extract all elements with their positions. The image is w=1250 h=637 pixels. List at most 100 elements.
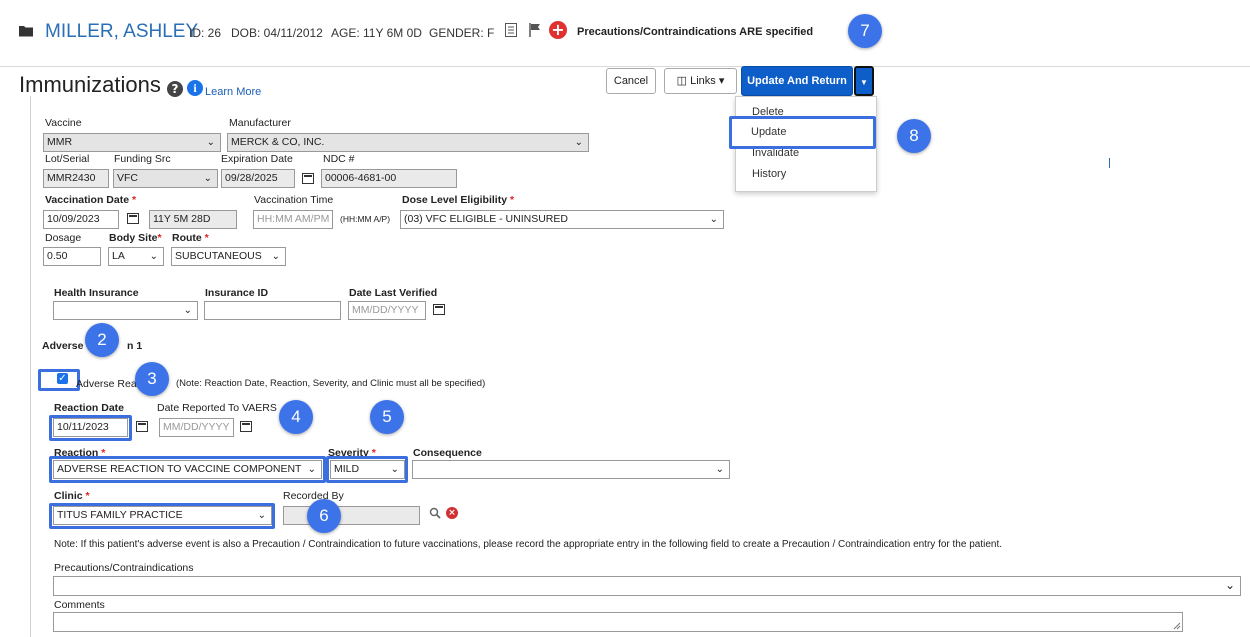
clinic-value: TITUS FAMILY PRACTICE [57,509,183,521]
update-and-return-button[interactable]: Update And Return [741,66,853,96]
manufacturer-value: MERCK & CO, INC. [231,136,325,148]
chevron-down-icon: ⌄ [271,251,280,262]
dose-eligibility-select[interactable]: (03) VFC ELIGIBLE - UNINSURED ⌄ [400,210,724,229]
patient-name[interactable]: MILLER, ASHLEY [45,21,198,43]
vaers-date-field[interactable]: MM/DD/YYYY [159,418,234,437]
dose-eligibility-value: (03) VFC ELIGIBLE - UNINSURED [404,213,568,225]
date-verified-field[interactable]: MM/DD/YYYY [348,301,426,320]
severity-value: MILD [334,463,360,475]
patient-dob: DOB: 04/11/2012 [231,26,323,40]
manufacturer-select[interactable]: MERCK & CO, INC. ⌄ [227,133,589,152]
dosage-label: Dosage [45,232,82,244]
lot-serial-field[interactable]: MMR2430 [43,169,109,188]
lot-serial-label: Lot/Serial [45,153,90,165]
chevron-down-icon: ⌄ [183,305,192,316]
expiration-date-field[interactable]: 09/28/2025 [221,169,295,188]
link-icon: ◫ [676,75,688,87]
links-button[interactable]: ◫ Links ▾ [664,68,737,94]
reaction-value: ADVERSE REACTION TO VACCINE COMPONENT [57,463,302,475]
funding-src-select[interactable]: VFC ⌄ [113,169,218,188]
health-insurance-select[interactable]: ⌄ [53,301,198,320]
step-marker-7: 7 [848,14,882,48]
funding-src-label: Funding Src [114,153,171,165]
adverse-required-note: (Note: Reaction Date, Reaction, Severity… [176,378,486,389]
age-at-vaccination: 11Y 5M 28D [149,210,237,229]
menu-item-update-overlay[interactable]: Update [751,126,786,138]
chevron-down-icon: ⌄ [206,137,215,148]
insurance-id-field[interactable] [204,301,341,320]
severity-select[interactable]: MILD ⌄ [330,460,405,479]
reaction-date-field[interactable]: 10/11/2023 [53,418,128,437]
calendar-icon[interactable] [240,421,252,432]
clinic-select[interactable]: TITUS FAMILY PRACTICE ⌄ [53,506,272,525]
ndc-field[interactable]: 00006-4681-00 [321,169,457,188]
page-title: Immunizations [19,72,161,97]
date-verified-label: Date Last Verified [349,287,438,299]
form-left-border [30,96,31,637]
folder-icon [19,25,34,37]
clinic-text: Clinic [54,490,83,502]
links-label: Links [690,75,716,87]
learn-more-link[interactable]: Learn More [205,86,261,98]
body-site-value: LA [112,250,125,262]
route-label: Route * [172,232,209,244]
resize-grip-icon[interactable] [1172,621,1181,630]
step-marker-4: 4 [279,400,313,434]
reaction-select[interactable]: ADVERSE REACTION TO VACCINE COMPONENT ⌄ [53,460,322,479]
chevron-down-icon: ⌄ [203,173,212,184]
calendar-icon[interactable] [302,173,314,184]
route-select[interactable]: SUBCUTANEOUS ⌄ [171,247,286,266]
body-site-select[interactable]: LA ⌄ [108,247,164,266]
vaccination-date-label: Vaccination Date * [45,194,137,206]
calendar-icon[interactable] [136,421,148,432]
calendar-icon[interactable] [127,213,139,224]
caret-icon: ▾ [718,75,725,87]
reaction-date-label: Reaction Date [54,402,125,414]
precautions-select[interactable]: ⌄ [53,576,1241,596]
notes-icon[interactable] [505,23,517,37]
health-insurance-label: Health Insurance [54,287,139,299]
clear-icon[interactable]: × [446,507,458,519]
chevron-down-icon: ⌄ [307,464,316,475]
dose-eligibility-label: Dose Level Eligibility * [402,194,515,206]
flag-icon[interactable] [528,22,542,38]
time-format-hint: (HH:MM A/P) [340,214,391,224]
recorded-by-label: Recorded By [283,490,344,502]
vaccination-date-text: Vaccination Date [45,194,130,206]
clinic-label: Clinic * [54,490,90,502]
expiration-date-label: Expiration Date [221,153,293,165]
info-icon[interactable]: i [187,80,203,96]
vaccination-time-field[interactable]: HH:MM AM/PM [253,210,333,229]
alert-plus-icon[interactable]: + [549,21,567,39]
comments-label: Comments [54,599,105,611]
chevron-down-icon: ⌄ [1224,578,1235,592]
chevron-down-icon: ⌄ [149,251,158,262]
insurance-id-label: Insurance ID [205,287,269,299]
menu-item-history[interactable]: History [752,168,786,180]
calendar-icon[interactable] [433,304,445,315]
help-icon[interactable]: ? [167,81,183,97]
chevron-down-icon: ⌄ [257,510,266,521]
adverse-section-title-end: n 1 [127,340,143,352]
chevron-down-icon: ⌄ [574,137,583,148]
dosage-field[interactable]: 0.50 [43,247,101,266]
step-marker-3: 3 [135,362,169,396]
vaccination-date-field[interactable]: 10/09/2023 [43,210,119,229]
vaers-date-label: Date Reported To VAERS [157,402,277,414]
adverse-reaction-checkbox[interactable]: ✓ [57,373,68,384]
step-marker-5: 5 [370,400,404,434]
vaccine-select[interactable]: MMR ⌄ [43,133,221,152]
text-cursor [1109,158,1110,168]
search-icon[interactable] [429,507,441,519]
funding-src-value: VFC [117,172,138,184]
patient-gender: GENDER: F [429,26,495,40]
comments-textarea[interactable] [53,612,1183,632]
step-marker-6: 6 [307,499,341,533]
consequence-select[interactable]: ⌄ [412,460,730,479]
cancel-button[interactable]: Cancel [606,68,656,94]
chevron-down-icon: ⌄ [390,464,399,475]
vaccine-value: MMR [47,136,73,148]
split-dropdown-button[interactable]: ▼ [854,66,874,96]
patient-id: ID: 26 [189,26,222,40]
vaccination-time-label: Vaccination Time [254,194,334,206]
